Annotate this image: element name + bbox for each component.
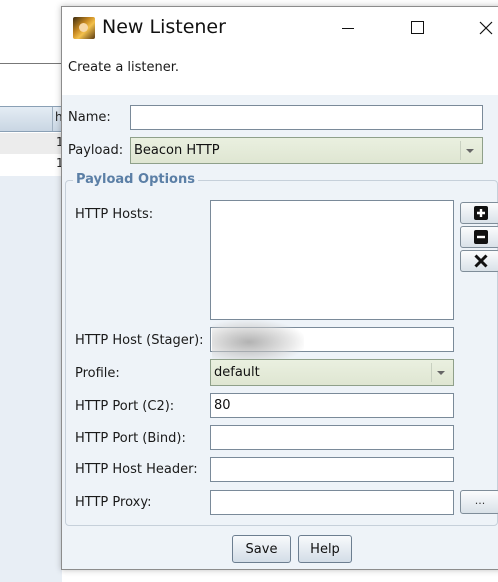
title-bar[interactable]: New Listener bbox=[62, 7, 498, 49]
chevron-down-icon[interactable] bbox=[460, 141, 479, 160]
remove-host-button[interactable] bbox=[460, 226, 498, 248]
name-field[interactable] bbox=[130, 105, 483, 130]
http-port-bind-label: HTTP Port (Bind): bbox=[75, 431, 186, 446]
http-host-header-label: HTTP Host Header: bbox=[75, 462, 198, 477]
http-proxy-label: HTTP Proxy: bbox=[75, 495, 152, 510]
background-table-header: h bbox=[0, 106, 63, 132]
redacted-blur bbox=[212, 320, 304, 364]
background-panel bbox=[0, 176, 62, 582]
http-host-header-field[interactable] bbox=[210, 457, 454, 482]
minus-icon bbox=[474, 230, 488, 244]
maximize-icon[interactable] bbox=[394, 7, 440, 49]
new-listener-dialog: New Listener Create a listener. Name: Pa… bbox=[61, 6, 498, 570]
http-port-c2-label: HTTP Port (C2): bbox=[75, 399, 175, 414]
http-host-stager-label: HTTP Host (Stager): bbox=[75, 333, 204, 348]
background-divider bbox=[0, 63, 62, 64]
save-button[interactable]: Save bbox=[232, 535, 291, 563]
profile-label: Profile: bbox=[75, 366, 120, 381]
help-button[interactable]: Help bbox=[298, 535, 352, 563]
name-label: Name: bbox=[68, 110, 111, 125]
payload-label: Payload: bbox=[68, 143, 124, 158]
clear-hosts-button[interactable] bbox=[460, 250, 498, 272]
background-table-row[interactable]: 1 bbox=[0, 154, 64, 175]
payload-options-title: Payload Options bbox=[73, 172, 198, 187]
background-table-row[interactable]: 1 bbox=[0, 133, 64, 154]
dialog-description: Create a listener. bbox=[68, 60, 180, 75]
proxy-settings-button[interactable]: ... bbox=[460, 490, 498, 514]
http-port-bind-field[interactable] bbox=[210, 425, 454, 450]
close-icon[interactable] bbox=[464, 7, 498, 49]
description-area: Create a listener. bbox=[62, 49, 498, 95]
http-port-c2-field[interactable] bbox=[210, 393, 454, 418]
payload-value: Beacon HTTP bbox=[134, 143, 220, 158]
window-title: New Listener bbox=[102, 16, 226, 38]
payload-select[interactable]: Beacon HTTP bbox=[130, 137, 483, 164]
http-hosts-list[interactable] bbox=[210, 200, 454, 320]
x-icon bbox=[474, 254, 488, 268]
http-proxy-field[interactable] bbox=[210, 490, 454, 515]
plus-icon bbox=[474, 206, 488, 220]
minimize-icon[interactable] bbox=[324, 7, 370, 49]
profile-value: default bbox=[214, 365, 260, 380]
form-panel: Name: Payload: Beacon HTTP Payload Optio… bbox=[62, 95, 498, 569]
chevron-down-icon[interactable] bbox=[431, 363, 450, 382]
http-hosts-label: HTTP Hosts: bbox=[75, 207, 154, 222]
background-column-separator bbox=[52, 107, 53, 131]
profile-select[interactable]: default bbox=[210, 359, 454, 386]
app-icon bbox=[73, 17, 95, 39]
add-host-button[interactable] bbox=[460, 202, 498, 224]
